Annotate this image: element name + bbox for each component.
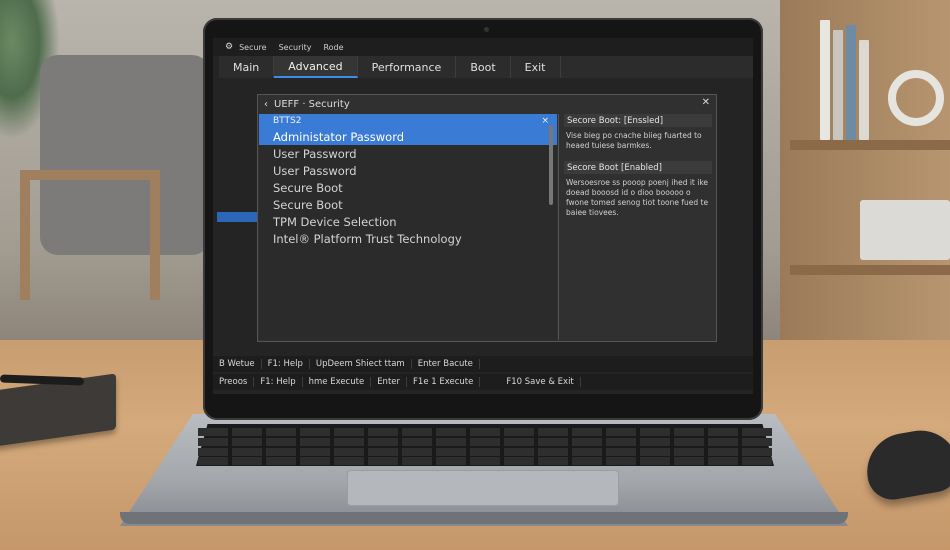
- status-hint: UpDeem Shiect ttam: [310, 359, 412, 369]
- status-bar-top: B Wetue F1: Help UpDeem Shiect ttam Ente…: [213, 356, 753, 372]
- shelf-board: [790, 265, 950, 275]
- list-item-tpm-device-selection[interactable]: TPM Device Selection: [259, 213, 557, 230]
- book: [846, 25, 856, 140]
- status-hint: Enter Bacute: [412, 359, 480, 369]
- title-bar-text: Secure: [239, 42, 267, 52]
- shelf-decor-box: [860, 200, 950, 260]
- status-hint-save-exit: F10 Save & Exit: [500, 377, 581, 387]
- list-item-user-password[interactable]: User Password: [259, 162, 557, 179]
- left-accent-bar: [217, 212, 257, 222]
- status-hint: B Wetue: [213, 359, 262, 369]
- chevron-left-icon[interactable]: ‹: [264, 99, 268, 110]
- shelf-decor-ring: [888, 70, 944, 126]
- help-pane: Secore Boot: [Enssled] Vise bieg po cnac…: [560, 114, 716, 340]
- keyboard-row: [198, 448, 772, 456]
- list-item-secure-boot[interactable]: Secure Boot: [259, 196, 557, 213]
- help-text: Wersoesroe ss pooop poenj ihed it ike do…: [566, 178, 709, 217]
- status-hint: Preoos: [213, 377, 255, 387]
- tab-main[interactable]: Main: [219, 56, 275, 78]
- tab-advanced[interactable]: Advanced: [274, 56, 358, 78]
- keyboard-row: [198, 438, 772, 446]
- bios-app-icon: ⚙: [225, 42, 234, 52]
- pane-divider: [558, 114, 559, 340]
- security-dialog: ‹ UEFF · Security ✕ BTTS2 × Administator…: [257, 94, 717, 342]
- book: [833, 30, 843, 140]
- settings-list: BTTS2 × Administator Password User Passw…: [259, 114, 557, 340]
- help-title: Secore Boot [Enabled]: [564, 161, 712, 174]
- status-hint: hme Execute: [303, 377, 372, 387]
- book: [820, 20, 830, 140]
- tab-boot[interactable]: Boot: [456, 56, 511, 78]
- tab-exit[interactable]: Exit: [511, 56, 561, 78]
- list-scrollbar[interactable]: [549, 125, 553, 205]
- status-hint: Enter: [371, 377, 408, 387]
- close-icon[interactable]: ✕: [702, 97, 710, 108]
- dialog-title: UEFF · Security: [274, 98, 350, 110]
- bios-tab-bar: Main Advanced Performance Boot Exit: [219, 56, 753, 78]
- status-hint: F1: Help: [254, 377, 303, 387]
- list-item-intel-ptt[interactable]: Intel® Platform Trust Technology: [259, 230, 557, 247]
- shelf-board: [790, 140, 950, 150]
- title-bar-text: Rode: [323, 42, 344, 52]
- list-item-user-password[interactable]: User Password: [259, 145, 557, 162]
- help-title: Secore Boot: [Enssled]: [564, 114, 712, 127]
- list-header: BTTS2 ×: [259, 114, 557, 128]
- laptop-base-edge: [120, 512, 848, 524]
- list-item-secure-boot[interactable]: Secure Boot: [259, 179, 557, 196]
- tab-performance[interactable]: Performance: [358, 56, 457, 78]
- keyboard-row: [198, 428, 772, 436]
- bios-title-bar: ⚙ Secure Security Rode: [213, 38, 753, 56]
- status-bar-bottom: Preoos F1: Help hme Execute Enter F1e 1 …: [213, 374, 753, 390]
- title-bar-text: Security: [278, 42, 312, 52]
- close-icon[interactable]: ×: [541, 116, 549, 126]
- keyboard-row: [198, 457, 772, 465]
- webcam: [484, 27, 489, 32]
- help-text: Vise bieg po cnache biieg fuarted to hea…: [566, 131, 702, 150]
- status-hint: F1e 1 Execute: [407, 377, 481, 387]
- book: [859, 40, 869, 140]
- laptop-screen: ⚙ Secure Security Rode Main Advanced Per…: [213, 38, 753, 394]
- trackpad: [347, 470, 619, 506]
- status-hint: F1: Help: [262, 359, 310, 369]
- list-item-administrator-password[interactable]: Administator Password: [259, 128, 557, 145]
- dialog-header: ‹ UEFF · Security ✕: [258, 95, 716, 113]
- list-header-label: BTTS2: [273, 116, 302, 126]
- background-chair-frame: [20, 170, 160, 300]
